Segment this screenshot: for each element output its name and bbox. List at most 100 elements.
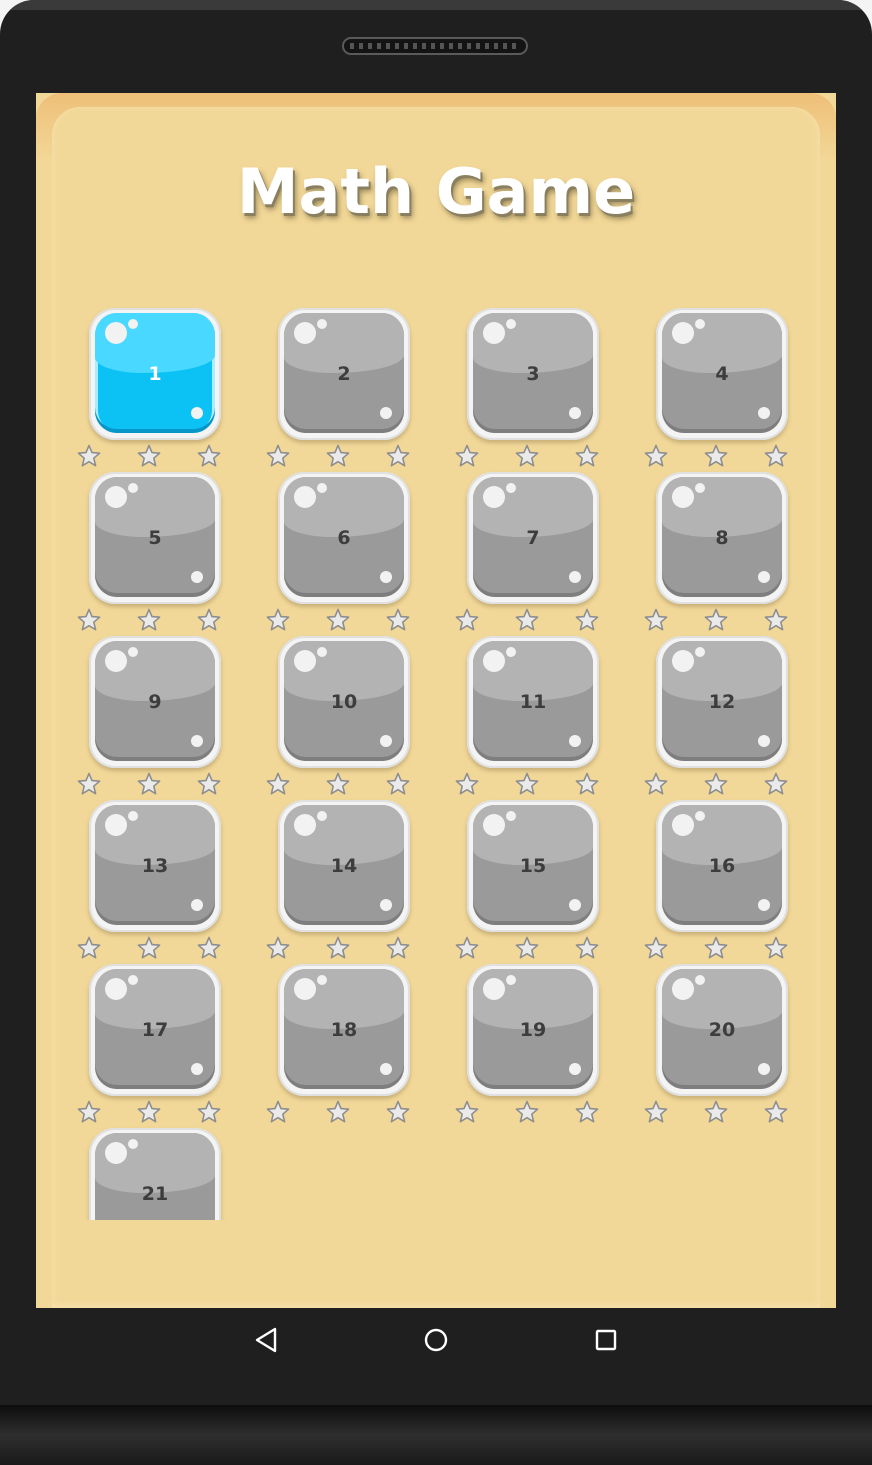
- bubble-highlight: [695, 483, 705, 493]
- bubble-highlight: [672, 814, 694, 836]
- bubble-highlight: [191, 1063, 203, 1075]
- bubble-highlight: [380, 571, 392, 583]
- bubble-highlight: [380, 899, 392, 911]
- bubble-highlight: [695, 811, 705, 821]
- recents-button[interactable]: [586, 1322, 626, 1358]
- star-icon: [266, 608, 290, 632]
- bubble-highlight: [128, 1139, 138, 1149]
- level-button[interactable]: 3: [467, 308, 599, 440]
- bubble-highlight: [758, 407, 770, 419]
- bubble-highlight: [128, 647, 138, 657]
- star-icon: [137, 936, 161, 960]
- bubble-highlight: [695, 319, 705, 329]
- device-top-edge: [8, 0, 864, 10]
- bubble-highlight: [317, 319, 327, 329]
- star-icon: [704, 608, 728, 632]
- bubble-highlight: [294, 814, 316, 836]
- level-number: 11: [519, 691, 547, 713]
- bubble-highlight: [294, 978, 316, 1000]
- bubble-highlight: [317, 647, 327, 657]
- level-button[interactable]: 18: [278, 964, 410, 1096]
- level-button[interactable]: 7: [467, 472, 599, 604]
- star-rating: [266, 444, 422, 468]
- bubble-highlight: [672, 978, 694, 1000]
- star-rating: [644, 608, 800, 632]
- star-rating: [77, 444, 233, 468]
- level-button[interactable]: 10: [278, 636, 410, 768]
- level-button[interactable]: 15: [467, 800, 599, 932]
- star-icon: [644, 444, 668, 468]
- level-button[interactable]: 21: [89, 1128, 221, 1220]
- level-number: 9: [148, 691, 162, 713]
- level-18: 18: [266, 964, 410, 1124]
- level-16: 16: [644, 800, 788, 960]
- star-icon: [644, 936, 668, 960]
- star-rating: [455, 444, 611, 468]
- bubble-highlight: [672, 486, 694, 508]
- star-rating: [644, 936, 800, 960]
- level-number: 6: [337, 527, 351, 549]
- level-button[interactable]: 14: [278, 800, 410, 932]
- level-1: 1: [77, 308, 221, 468]
- level-button[interactable]: 5: [89, 472, 221, 604]
- level-button[interactable]: 20: [656, 964, 788, 1096]
- bubble-highlight: [569, 899, 581, 911]
- level-number: 16: [708, 855, 736, 877]
- level-19: 19: [455, 964, 599, 1124]
- star-icon: [515, 936, 539, 960]
- star-icon: [704, 444, 728, 468]
- back-button[interactable]: [246, 1322, 286, 1358]
- level-button[interactable]: 2: [278, 308, 410, 440]
- level-button[interactable]: 8: [656, 472, 788, 604]
- star-icon: [764, 936, 788, 960]
- level-4: 4: [644, 308, 788, 468]
- star-rating: [266, 608, 422, 632]
- level-button[interactable]: 6: [278, 472, 410, 604]
- level-grid: 1 2 3 4 5 6 7 8 9 10 11 12 13 14 15 16 17 18 19 20 21: [36, 93, 836, 1220]
- level-number: 17: [141, 1019, 169, 1041]
- star-icon: [266, 936, 290, 960]
- star-rating: [455, 608, 611, 632]
- level-button[interactable]: 4: [656, 308, 788, 440]
- level-21: 21: [89, 1128, 221, 1220]
- star-icon: [266, 1100, 290, 1124]
- bubble-highlight: [569, 407, 581, 419]
- star-icon: [197, 1100, 221, 1124]
- star-icon: [197, 608, 221, 632]
- level-button[interactable]: 1: [89, 308, 221, 440]
- star-icon: [704, 772, 728, 796]
- level-button[interactable]: 12: [656, 636, 788, 768]
- star-icon: [386, 772, 410, 796]
- level-button[interactable]: 13: [89, 800, 221, 932]
- level-number: 15: [519, 855, 547, 877]
- level-button[interactable]: 17: [89, 964, 221, 1096]
- level-14: 14: [266, 800, 410, 960]
- level-11: 11: [455, 636, 599, 796]
- level-2: 2: [266, 308, 410, 468]
- star-rating: [455, 1100, 611, 1124]
- star-rating: [644, 1100, 800, 1124]
- bubble-highlight: [128, 319, 138, 329]
- level-button[interactable]: 9: [89, 636, 221, 768]
- bubble-highlight: [191, 735, 203, 747]
- star-icon: [455, 936, 479, 960]
- star-icon: [764, 444, 788, 468]
- device-bottom-edge: [0, 1405, 872, 1465]
- level-number: 8: [715, 527, 729, 549]
- level-8: 8: [644, 472, 788, 632]
- game-screen: Math Game 1 2 3 4 5 6 7 8 9 10 11 12 13 14 15 16 17 18 19 2…: [36, 93, 836, 1308]
- star-icon: [197, 772, 221, 796]
- level-tile-face: [95, 1133, 215, 1220]
- star-icon: [137, 608, 161, 632]
- level-button[interactable]: 19: [467, 964, 599, 1096]
- home-button[interactable]: [416, 1322, 456, 1358]
- star-icon: [77, 1100, 101, 1124]
- level-button[interactable]: 11: [467, 636, 599, 768]
- star-rating: [644, 444, 800, 468]
- star-icon: [515, 444, 539, 468]
- bubble-highlight: [294, 486, 316, 508]
- level-number: 18: [330, 1019, 358, 1041]
- level-number: 14: [330, 855, 358, 877]
- level-button[interactable]: 16: [656, 800, 788, 932]
- bubble-highlight: [191, 571, 203, 583]
